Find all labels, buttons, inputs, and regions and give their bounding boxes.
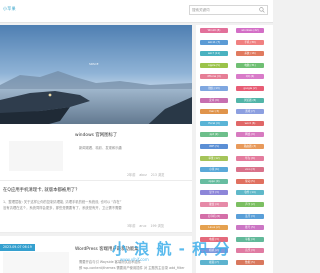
- tag-link[interactable]: 软件 (14): [236, 190, 264, 196]
- tag-link[interactable]: QQ (6): [236, 74, 264, 80]
- tag-link[interactable]: 系统 (16): [236, 51, 264, 57]
- tag-link[interactable]: Excel (4): [200, 120, 228, 126]
- tag-link[interactable]: 视频 (7): [200, 260, 228, 265]
- tag-link[interactable]: oppo (4): [200, 178, 228, 184]
- tag-link[interactable]: 音乐 (3): [236, 248, 264, 254]
- tag-link[interactable]: 小米 (6): [200, 167, 228, 173]
- post-views: 213 浏览: [150, 173, 165, 177]
- tag-link[interactable]: 网络 (9): [236, 132, 264, 138]
- post-thumbnail[interactable]: [3, 252, 69, 273]
- tag-link[interactable]: vivo (3): [236, 167, 264, 173]
- tag-link[interactable]: Linux (2): [200, 225, 228, 231]
- tag-link[interactable]: 电脑 (31): [236, 62, 264, 68]
- tag-link[interactable]: 显卡 (3): [200, 190, 228, 196]
- post-thumbnail[interactable]: [3, 133, 69, 178]
- post-author: aruc: [139, 224, 147, 228]
- post-date: 2年前: [127, 173, 136, 177]
- post-card[interactable]: windows 官网图标了 新闻观看、精彩、发现和乐趣 2年前 abcz 213…: [0, 124, 192, 181]
- search-box[interactable]: [189, 5, 268, 15]
- post-meta: 3年前 aruc 199 浏览: [124, 223, 164, 228]
- search-icon[interactable]: [259, 7, 265, 13]
- tag-link[interactable]: Apple (5): [200, 62, 228, 68]
- tag-link[interactable]: 手机 (30): [236, 39, 264, 45]
- search-input[interactable]: [190, 6, 259, 14]
- tag-link[interactable]: Win10 (8): [200, 28, 228, 33]
- tag-link[interactable]: google (2): [236, 86, 264, 91]
- tag-link[interactable]: mac (3): [200, 109, 228, 115]
- tag-link[interactable]: 硬盘 (4): [200, 202, 228, 207]
- tag-link[interactable]: 微信 (13): [200, 86, 228, 91]
- site-header: 小苹果: [0, 0, 273, 23]
- hero-slider[interactable]: SPACE: [0, 25, 192, 132]
- hero-image: [0, 25, 192, 132]
- tag-link[interactable]: win7 (11): [200, 51, 228, 57]
- site-logo[interactable]: 小苹果: [3, 6, 16, 12]
- post-date-badge: 2023-09-07 06:19: [0, 244, 35, 251]
- post-views: 199 浏览: [150, 224, 164, 228]
- post-excerpt: 新闻观看、精彩、发现和乐趣: [79, 146, 122, 150]
- tag-link[interactable]: 账号 (5): [236, 225, 264, 231]
- watermark-url: www.xlhjf.com: [120, 257, 149, 262]
- post-excerpt-line2: 没有清理在这个，系统同样会更多，那些是需要有了，系统是有开，卫止需不需要: [3, 206, 122, 210]
- tag-link[interactable]: 驱动 (5): [236, 178, 264, 184]
- tag-link[interactable]: 路由器 (3): [236, 144, 264, 149]
- hero-caption: SPACE: [89, 62, 99, 66]
- post-title[interactable]: windows 官网图标了: [75, 132, 117, 138]
- post-excerpt: 1、整理层板: 关于这样让你的复制清理能, 清理手机的统一系统设, 也可以 “存…: [3, 200, 122, 204]
- post-title[interactable]: 在Q应用手机清理卡, 就版本都被用了？: [3, 187, 80, 193]
- tag-link[interactable]: 浏览器 (8): [236, 97, 264, 103]
- post-card[interactable]: 在Q应用手机清理卡, 就版本都被用了？ 1、整理层板: 关于这样让你的复制清理能…: [0, 181, 192, 233]
- tag-link[interactable]: 苹果 (12): [200, 155, 228, 161]
- tag-link[interactable]: 声卡 (2): [236, 202, 264, 207]
- tag-cloud-sidebar: Win10 (8) windows (22) win11 (7) 手机 (30) win…: [196, 25, 273, 273]
- tag-link[interactable]: 华为 (8): [236, 155, 264, 161]
- tag-link[interactable]: 蓝牙 (3): [236, 213, 264, 219]
- post-excerpt-line2: 即 wp-content/themes 需要用户使用插件 对 主题的主目录 ad…: [79, 266, 185, 270]
- tag-link[interactable]: 打印机 (6): [200, 213, 228, 219]
- tag-link[interactable]: win11 (7): [200, 39, 228, 45]
- tag-link[interactable]: windows (22): [236, 28, 264, 33]
- post-meta: 2年前 abcz 213 浏览: [124, 172, 164, 177]
- tag-link[interactable]: iPhone (4): [200, 74, 228, 80]
- tag-link[interactable]: word (6): [236, 120, 264, 126]
- tag-link[interactable]: 平板 (4): [236, 236, 264, 242]
- tag-link[interactable]: 数据 (5): [236, 260, 264, 265]
- tag-link[interactable]: ppt (2): [200, 132, 228, 138]
- post-author: abcz: [139, 173, 147, 177]
- tag-link[interactable]: WiFi (5): [200, 144, 228, 149]
- post-date: 3年前: [127, 224, 136, 228]
- tag-link[interactable]: 安卓 (9): [200, 97, 228, 103]
- watermark-text: 小 浪 航 - 积 分: [112, 240, 231, 258]
- tag-link[interactable]: 游戏 (7): [236, 109, 264, 115]
